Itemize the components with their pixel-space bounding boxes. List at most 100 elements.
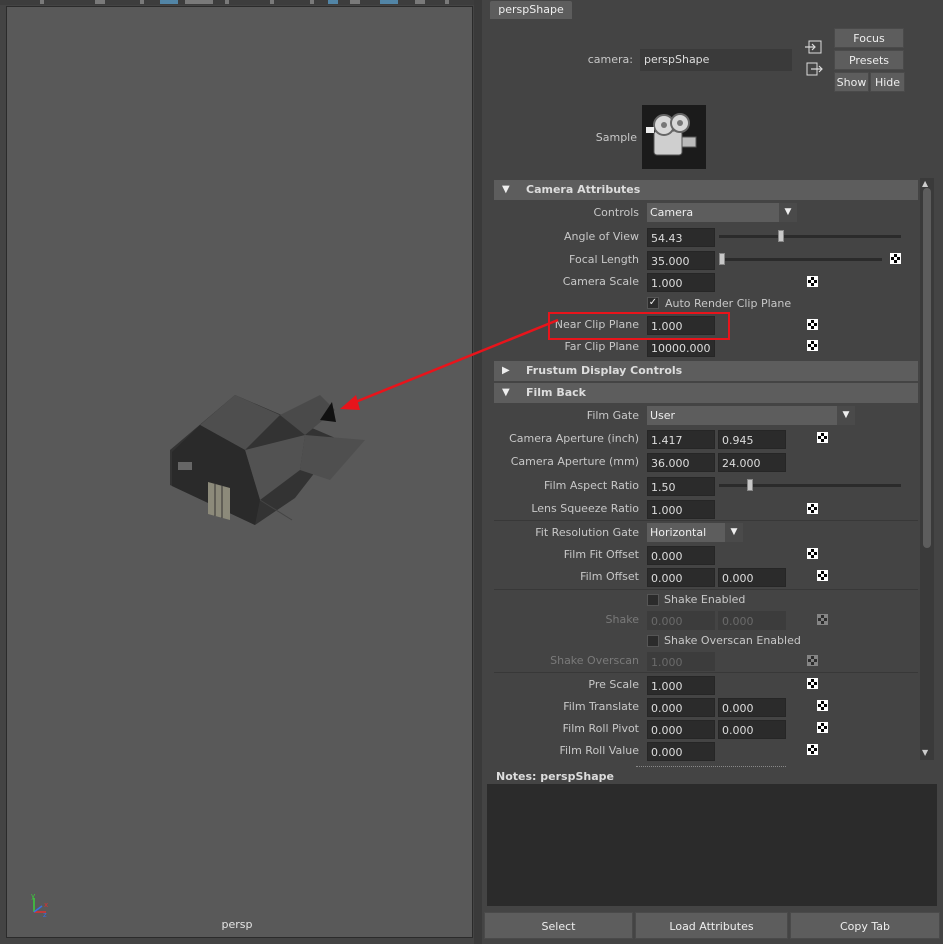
focus-button[interactable]: Focus — [834, 28, 904, 48]
toolbar-icon[interactable] — [270, 0, 274, 4]
fit-res-gate-dropdown-value: Horizontal — [650, 526, 707, 539]
scrollbar-thumb[interactable] — [923, 188, 931, 548]
film-fit-offset-field[interactable]: 0.000 — [647, 546, 715, 565]
film-translate-x-field[interactable]: 0.000 — [647, 698, 715, 717]
shake-x-field[interactable]: 0.000 — [647, 611, 715, 630]
near-clip-map-icon[interactable] — [807, 319, 818, 330]
film-fit-offset-map-icon[interactable] — [807, 548, 818, 559]
axis-x-label: x — [44, 901, 48, 909]
film-roll-pivot-x-field[interactable]: 0.000 — [647, 720, 715, 739]
controls-dropdown[interactable]: Camera ▼ — [647, 203, 797, 222]
panel-divider[interactable] — [474, 0, 482, 944]
toolbar-icon[interactable] — [40, 0, 44, 4]
camera-scale-field[interactable]: 1.000 — [647, 273, 715, 292]
axis-z-label: z — [43, 911, 47, 918]
film-gate-dropdown-value: User — [650, 409, 676, 422]
toolbar-icon[interactable] — [185, 0, 213, 4]
load-attributes-button[interactable]: Load Attributes — [635, 912, 788, 939]
shake-overscan-field[interactable]: 1.000 — [647, 652, 715, 671]
lens-squeeze-field[interactable]: 1.000 — [647, 500, 715, 519]
aperture-inch-map-icon[interactable] — [817, 432, 828, 443]
film-offset-map-icon[interactable] — [817, 570, 828, 581]
shake-map-icon[interactable] — [817, 614, 828, 625]
model-sign — [178, 462, 192, 470]
pre-scale-label: Pre Scale — [588, 678, 639, 691]
film-roll-value-map-icon[interactable] — [807, 744, 818, 755]
aperture-mm-height-field[interactable]: 24.000 — [718, 453, 786, 472]
copy-tab-button[interactable]: Copy Tab — [790, 912, 940, 939]
section-camera-attributes[interactable]: ▼ Camera Attributes — [494, 180, 918, 200]
aperture-inch-width-field[interactable]: 1.417 — [647, 430, 715, 449]
sample-label: Sample — [595, 131, 637, 144]
pre-scale-map-icon[interactable] — [807, 678, 818, 689]
tab-perspshape[interactable]: perspShape — [490, 1, 572, 19]
focal-length-slider[interactable] — [719, 258, 882, 261]
film-aspect-field[interactable]: 1.50 — [647, 477, 715, 496]
film-translate-y-field[interactable]: 0.000 — [718, 698, 786, 717]
focal-length-field[interactable]: 35.000 — [647, 251, 715, 270]
film-gate-dropdown[interactable]: User ▼ — [647, 406, 855, 425]
model-windows — [208, 482, 230, 520]
viewport-toolbar[interactable] — [0, 0, 474, 5]
auto-render-clip-checkbox[interactable]: ✓ — [647, 297, 659, 309]
camera-node-field[interactable]: perspShape — [640, 49, 792, 71]
far-clip-field[interactable]: 10000.000 — [647, 338, 715, 357]
notes-textarea[interactable] — [487, 784, 937, 906]
film-aspect-slider-knob[interactable] — [746, 479, 753, 491]
film-roll-pivot-y-field[interactable]: 0.000 — [718, 720, 786, 739]
hide-button[interactable]: Hide — [870, 72, 905, 92]
film-translate-label: Film Translate — [563, 700, 639, 713]
focal-length-slider-knob[interactable] — [719, 253, 726, 265]
section-divider — [494, 672, 918, 673]
lens-squeeze-map-icon[interactable] — [807, 503, 818, 514]
auto-render-clip-label: Auto Render Clip Plane — [665, 297, 792, 310]
aperture-inch-height-field[interactable]: 0.945 — [718, 430, 786, 449]
toolbar-icon[interactable] — [310, 0, 314, 4]
chevron-down-icon: ▼ — [779, 203, 797, 222]
toolbar-icon[interactable] — [140, 0, 144, 4]
film-translate-map-icon[interactable] — [817, 700, 828, 711]
pre-scale-field[interactable]: 1.000 — [647, 676, 715, 695]
shake-y-field[interactable]: 0.000 — [718, 611, 786, 630]
angle-of-view-slider[interactable] — [719, 235, 901, 238]
chevron-down-icon: ▼ — [725, 523, 743, 542]
film-offset-label: Film Offset — [580, 570, 639, 583]
toolbar-toggle-icon[interactable] — [380, 0, 398, 4]
focal-length-map-icon[interactable] — [890, 253, 901, 264]
model-roof-right — [300, 435, 365, 480]
angle-of-view-field[interactable]: 54.43 — [647, 228, 715, 247]
shake-overscan-enabled-checkbox[interactable] — [647, 635, 659, 647]
toolbar-icon[interactable] — [225, 0, 229, 4]
fit-res-gate-dropdown[interactable]: Horizontal ▼ — [647, 523, 743, 542]
toolbar-toggle-icon[interactable] — [160, 0, 178, 4]
toolbar-icon[interactable] — [95, 0, 105, 4]
scroll-down-icon[interactable]: ▼ — [922, 748, 928, 757]
axis-y-label: y — [31, 892, 35, 900]
select-button[interactable]: Select — [484, 912, 633, 939]
scroll-up-icon[interactable]: ▲ — [922, 179, 928, 188]
resize-handle[interactable] — [636, 766, 786, 768]
toolbar-toggle-icon[interactable] — [328, 0, 338, 4]
annotation-arrow — [340, 318, 559, 410]
film-offset-x-field[interactable]: 0.000 — [647, 568, 715, 587]
aperture-inch-label: Camera Aperture (inch) — [509, 432, 639, 445]
shake-overscan-map-icon[interactable] — [807, 655, 818, 666]
far-clip-map-icon[interactable] — [807, 340, 818, 351]
film-roll-pivot-map-icon[interactable] — [817, 722, 828, 733]
camera-scale-map-icon[interactable] — [807, 276, 818, 287]
section-divider — [494, 589, 918, 590]
film-offset-y-field[interactable]: 0.000 — [718, 568, 786, 587]
toolbar-icon[interactable] — [350, 0, 360, 4]
aperture-mm-width-field[interactable]: 36.000 — [647, 453, 715, 472]
shake-enabled-checkbox[interactable] — [647, 594, 659, 606]
presets-button[interactable]: Presets — [834, 50, 904, 70]
output-connection-icon[interactable] — [805, 62, 823, 76]
show-button[interactable]: Show — [834, 72, 869, 92]
toolbar-icon[interactable] — [415, 0, 425, 4]
angle-of-view-slider-knob[interactable] — [777, 230, 784, 242]
aperture-mm-label: Camera Aperture (mm) — [510, 455, 639, 468]
input-connection-icon[interactable] — [805, 40, 823, 54]
film-roll-value-field[interactable]: 0.000 — [647, 742, 715, 761]
toolbar-icon[interactable] — [445, 0, 449, 4]
viewport-panel[interactable]: y x z persp — [0, 0, 474, 944]
